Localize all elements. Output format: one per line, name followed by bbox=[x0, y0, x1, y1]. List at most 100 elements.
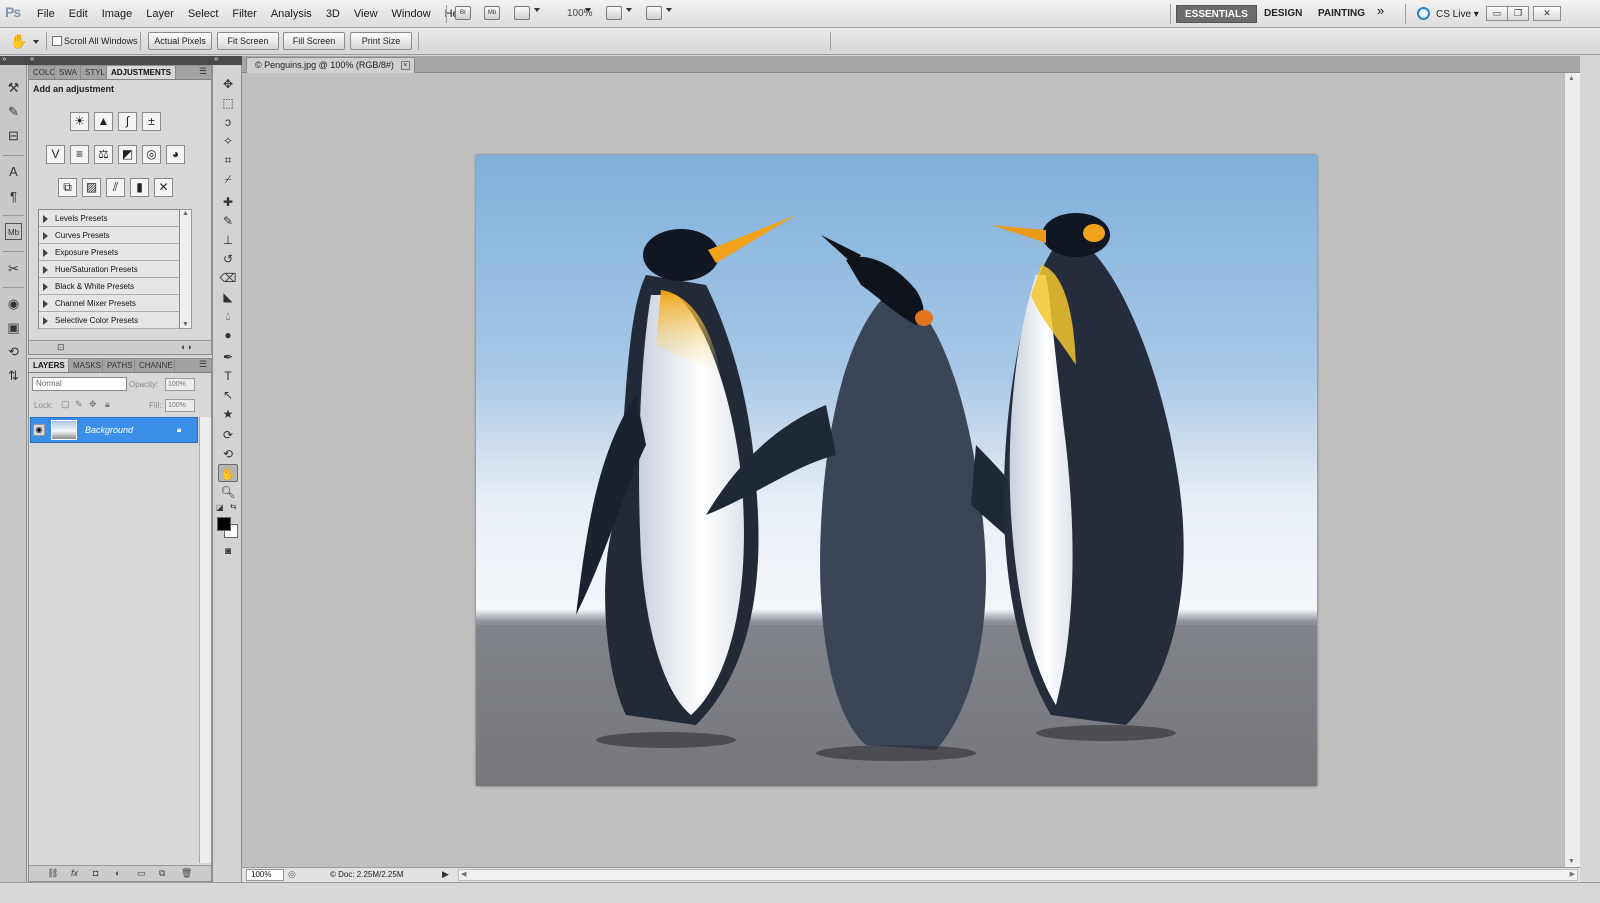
clone-source-icon[interactable]: ⊟ bbox=[5, 127, 22, 144]
workspace-essentials-button[interactable]: ESSENTIALS bbox=[1176, 5, 1257, 23]
list-item[interactable]: Curves Presets bbox=[39, 227, 179, 244]
move-tool-icon[interactable]: ✥ bbox=[218, 75, 238, 93]
info-icon[interactable]: ⟲ bbox=[5, 343, 22, 360]
black-white-icon[interactable]: ◩ bbox=[118, 145, 137, 164]
menu-analysis[interactable]: Analysis bbox=[264, 8, 319, 20]
path-selection-tool-icon[interactable]: ↖ bbox=[218, 386, 238, 404]
screen-mode-icon[interactable] bbox=[646, 6, 662, 20]
eraser-tool-icon[interactable]: ⌫ bbox=[218, 269, 238, 287]
levels-icon[interactable]: ▲ bbox=[94, 112, 113, 131]
restore-button[interactable]: ❐ bbox=[1507, 6, 1529, 21]
arrange-chevron-down-icon[interactable] bbox=[626, 8, 632, 12]
layers-scrollbar[interactable] bbox=[199, 417, 211, 863]
tab-styles[interactable]: STYL bbox=[81, 66, 107, 79]
arrange-documents-icon[interactable] bbox=[606, 6, 622, 20]
close-icon[interactable]: × bbox=[400, 61, 410, 70]
add-mask-icon[interactable]: ◘ bbox=[93, 868, 98, 878]
more-workspaces-icon[interactable]: » bbox=[1377, 3, 1384, 18]
clip-to-layer-icon[interactable]: ⊡ bbox=[57, 342, 65, 353]
mini-bridge-icon[interactable]: Mb bbox=[5, 223, 22, 240]
channel-mixer-icon[interactable]: ◕ bbox=[166, 145, 185, 164]
character-icon[interactable]: A bbox=[5, 163, 22, 180]
status-menu-icon[interactable]: ▶ bbox=[442, 869, 449, 880]
tab-layers[interactable]: LAYERS bbox=[29, 359, 69, 372]
expand-triangle-icon[interactable] bbox=[43, 249, 48, 257]
expand-triangle-icon[interactable] bbox=[43, 215, 48, 223]
marquee-tool-icon[interactable]: ⬚ bbox=[218, 94, 238, 112]
clone-stamp-tool-icon[interactable]: ⊥ bbox=[218, 231, 238, 249]
zoom-chevron-down-icon[interactable] bbox=[585, 8, 591, 12]
brightness-contrast-icon[interactable]: ☀ bbox=[70, 112, 89, 131]
gradient-map-icon[interactable]: ▮ bbox=[130, 178, 149, 197]
minibridge-icon[interactable]: Mb bbox=[484, 6, 500, 20]
minimize-button[interactable]: ▭ bbox=[1486, 6, 1508, 21]
pen-tool-icon[interactable]: ✒ bbox=[218, 348, 238, 366]
canvas-area[interactable] bbox=[242, 73, 1564, 867]
history-brush-tool-icon[interactable]: ↺ bbox=[218, 250, 238, 268]
hand-tool-preset-icon[interactable]: ✋ bbox=[10, 33, 27, 50]
history-icon[interactable]: ⇅ bbox=[5, 367, 22, 384]
expand-panels-icon[interactable]: « bbox=[30, 54, 34, 63]
quick-mask-icon[interactable]: ◙ bbox=[218, 543, 238, 561]
paint-bucket-tool-icon[interactable]: ◣ bbox=[218, 288, 238, 306]
lasso-tool-icon[interactable]: ↄ bbox=[218, 113, 238, 131]
swap-colors-icon[interactable]: ⇆ bbox=[230, 502, 237, 511]
shape-tool-icon[interactable]: ★ bbox=[218, 405, 238, 423]
exposure-icon[interactable]: ± bbox=[142, 112, 161, 131]
zoom-tool-icon[interactable]: 🔍︎ bbox=[218, 483, 238, 501]
brushes-icon[interactable]: ✎ bbox=[5, 103, 22, 120]
penguins-image[interactable] bbox=[476, 155, 1317, 786]
tool-preset-chevron-down-icon[interactable] bbox=[33, 40, 39, 44]
hand-tool-icon[interactable]: ✋ bbox=[218, 464, 238, 482]
new-group-icon[interactable]: ▭ bbox=[137, 868, 146, 879]
photo-filter-icon[interactable]: ◎ bbox=[142, 145, 161, 164]
layer-style-icon[interactable]: fx bbox=[71, 868, 78, 878]
tab-paths[interactable]: PATHS bbox=[103, 359, 135, 372]
tab-adjustments[interactable]: ADJUSTMENTS bbox=[107, 66, 177, 79]
blend-mode-select[interactable]: Normal bbox=[32, 377, 127, 391]
curves-icon[interactable]: ∫ bbox=[118, 112, 137, 131]
actual-pixels-button[interactable]: Actual Pixels bbox=[148, 32, 212, 50]
lock-position-icon[interactable]: ✥ bbox=[89, 399, 97, 410]
tools-panel-icon[interactable]: ✂ bbox=[5, 260, 22, 277]
fit-screen-button[interactable]: Fit Screen bbox=[217, 32, 279, 50]
color-balance-icon[interactable]: ⚖ bbox=[94, 145, 113, 164]
link-layers-icon[interactable]: ⛓ bbox=[47, 868, 58, 879]
cslive-icon[interactable] bbox=[1417, 7, 1430, 20]
paragraph-icon[interactable]: ¶ bbox=[5, 188, 22, 205]
expand-triangle-icon[interactable] bbox=[43, 283, 48, 291]
3d-panel-icon[interactable]: ◉ bbox=[5, 295, 22, 312]
workspace-design-button[interactable]: DESIGN bbox=[1256, 5, 1310, 23]
menu-filter[interactable]: Filter bbox=[225, 8, 263, 20]
status-info-icon[interactable]: ◎ bbox=[288, 869, 296, 880]
selective-color-icon[interactable]: ✕ bbox=[154, 178, 173, 197]
bridge-icon[interactable]: Br bbox=[455, 6, 471, 20]
fill-field[interactable]: 100% bbox=[165, 399, 195, 412]
adjustment-layer-icon[interactable]: ◐ bbox=[115, 868, 120, 878]
type-tool-icon[interactable]: T bbox=[218, 367, 238, 385]
layer-name[interactable]: Background bbox=[85, 425, 133, 435]
invert-icon[interactable]: ⧉ bbox=[58, 178, 77, 197]
list-item[interactable]: Hue/Saturation Presets bbox=[39, 261, 179, 278]
view-extras-chevron-down-icon[interactable] bbox=[534, 8, 540, 12]
eyedropper-tool-icon[interactable]: ⌿ bbox=[218, 170, 238, 188]
foreground-color-swatch[interactable] bbox=[217, 517, 231, 531]
scroll-down-icon[interactable]: ▼ bbox=[182, 321, 189, 328]
list-item[interactable]: Channel Mixer Presets bbox=[39, 295, 179, 312]
screen-mode-chevron-down-icon[interactable] bbox=[666, 8, 672, 12]
scroll-all-windows-checkbox[interactable] bbox=[52, 36, 62, 46]
new-layer-icon[interactable]: ⧉ bbox=[159, 868, 165, 879]
3d-rotate-tool-icon[interactable]: ⟳ bbox=[218, 426, 238, 444]
expand-triangle-icon[interactable] bbox=[43, 266, 48, 274]
print-size-button[interactable]: Print Size bbox=[350, 32, 412, 50]
blur-tool-icon[interactable]: 💧︎ bbox=[218, 307, 238, 325]
healing-brush-tool-icon[interactable]: ✚ bbox=[218, 193, 238, 211]
view-extras-icon[interactable] bbox=[514, 6, 530, 20]
menu-view[interactable]: View bbox=[347, 8, 385, 20]
tab-color[interactable]: COLO bbox=[29, 66, 55, 79]
menu-layer[interactable]: Layer bbox=[139, 8, 181, 20]
brush-tool-icon[interactable]: ✎ bbox=[218, 212, 238, 230]
list-item[interactable]: Exposure Presets bbox=[39, 244, 179, 261]
presets-scrollbar[interactable]: ▲ ▼ bbox=[180, 209, 192, 329]
scroll-up-icon[interactable]: ▲ bbox=[1568, 75, 1575, 82]
